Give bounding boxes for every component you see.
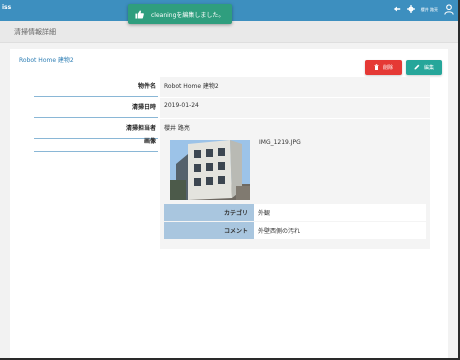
category-label: カテゴリ xyxy=(164,204,254,221)
delete-button[interactable]: 削除 xyxy=(365,60,402,75)
account-icon[interactable] xyxy=(444,3,454,17)
header-actions: 櫻井 路亮 xyxy=(393,3,454,17)
table-row: カテゴリ 外観 xyxy=(164,204,426,221)
field-label-property: 物件名 xyxy=(34,77,158,97)
edit-button-label: 編集 xyxy=(423,65,434,71)
thumbs-up-icon xyxy=(131,9,147,19)
field-label-cleaning-date: 清掃日時 xyxy=(34,98,158,118)
toast-message: cleaningを編集しました。 xyxy=(151,11,225,19)
detail-card: Robot Home 建物2 削除 編集 物件名 Robot Home 建物2 … xyxy=(10,49,448,358)
main-content: Robot Home 建物2 削除 編集 物件名 Robot Home 建物2 … xyxy=(0,43,458,358)
page-title: 清掃情報詳細 xyxy=(14,28,56,36)
field-value-cleaning-date: 2019-01-24 xyxy=(160,98,430,118)
gear-icon[interactable] xyxy=(406,5,415,15)
record-title[interactable]: Robot Home 建物2 xyxy=(19,55,74,64)
trash-icon xyxy=(374,63,379,72)
pencil-icon xyxy=(414,64,420,72)
image-panel: IMG_1219.JPG カテゴリ 外観 コメント 外壁西側の汚れ xyxy=(160,132,430,249)
field-label-image: 画像 xyxy=(34,132,158,152)
category-value: 外観 xyxy=(254,204,426,221)
comment-value: 外壁西側の汚れ xyxy=(254,222,426,239)
comment-label: コメント xyxy=(164,222,254,239)
logout-icon[interactable] xyxy=(393,5,401,15)
image-file-name: IMG_1219.JPG xyxy=(259,139,301,146)
page-header: 清掃情報詳細 xyxy=(0,21,458,43)
building-photo[interactable] xyxy=(170,140,250,200)
edit-button[interactable]: 編集 xyxy=(406,60,442,75)
app-window: iss 櫻井 路亮 清掃情報詳細 Robot Home 建物2 削除 編集 物件… xyxy=(0,0,460,360)
delete-button-label: 削除 xyxy=(382,65,393,71)
table-row: コメント 外壁西側の汚れ xyxy=(164,222,426,239)
user-name[interactable]: 櫻井 路亮 xyxy=(421,7,438,13)
success-toast: cleaningを編集しました。 xyxy=(128,4,232,24)
brand-logo[interactable]: iss xyxy=(2,4,11,11)
field-value-property: Robot Home 建物2 xyxy=(160,77,430,97)
image-meta-table: カテゴリ 外観 コメント 外壁西側の汚れ xyxy=(164,204,426,240)
